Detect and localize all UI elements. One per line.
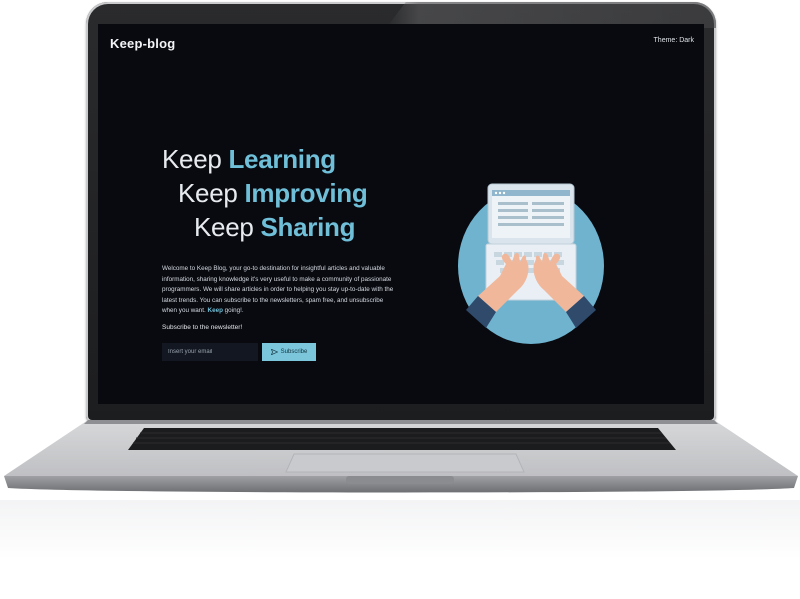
newsletter-label: Subscribe to the newsletter!: [162, 324, 243, 331]
intro-keep-word: Keep: [207, 307, 223, 315]
laptop-mockup: Keep-blog Theme: Dark Keep Learning Keep…: [0, 0, 800, 599]
site-logo[interactable]: Keep-blog: [110, 36, 175, 51]
hero-heading: Keep Learning Keep Improving Keep Sharin…: [162, 142, 368, 244]
hero-line-improving: Keep Improving: [162, 176, 368, 210]
subscribe-label: Subscribe: [280, 349, 308, 355]
subscribe-button[interactable]: Subscribe: [262, 343, 316, 361]
hero-keep-word: Keep: [178, 178, 238, 208]
hero-accent-sharing: Sharing: [260, 212, 356, 242]
theme-toggle[interactable]: Theme: Dark: [654, 37, 694, 44]
email-input[interactable]: [162, 343, 258, 361]
hero-accent-improving: Improving: [244, 178, 368, 208]
send-icon: [270, 349, 278, 355]
hero-accent-learning: Learning: [228, 144, 336, 174]
website-screen: Keep-blog Theme: Dark Keep Learning Keep…: [98, 24, 704, 404]
intro-paragraph: Welcome to Keep Blog, your go-to destina…: [162, 264, 394, 317]
laptop-base: [4, 420, 798, 493]
hero-line-learning: Keep Learning: [162, 142, 367, 176]
intro-text: Welcome to Keep Blog, your go-to destina…: [162, 265, 394, 315]
hero-keep-word: Keep: [194, 212, 254, 242]
intro-tail: going!.: [224, 307, 244, 315]
laptop-typing-icon: [458, 183, 604, 344]
hero-line-sharing: Keep Sharing: [162, 210, 367, 244]
desk-reflection: [0, 500, 800, 599]
hero-keep-word: Keep: [162, 144, 222, 174]
